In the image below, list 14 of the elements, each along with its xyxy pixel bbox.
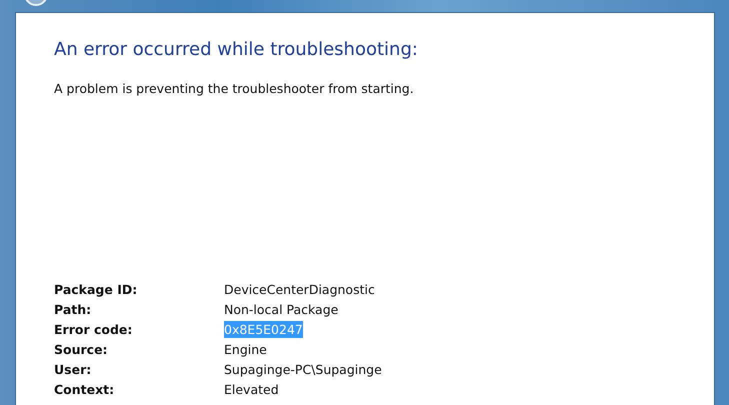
detail-value: 0x8E5E0247 (224, 321, 303, 338)
detail-value: Elevated (224, 381, 279, 398)
detail-label: Context: (54, 381, 116, 399)
detail-label: Package ID: (54, 281, 138, 299)
detail-label: Error code: (54, 321, 134, 339)
detail-label: Source: (54, 341, 109, 359)
detail-value: DeviceCenterDiagnostic (224, 281, 375, 298)
detail-value: Supaginge-PC\Supaginge (224, 361, 382, 378)
detail-value: Engine (224, 341, 267, 358)
detail-value: Non-local Package (224, 301, 338, 318)
error-message: A problem is preventing the troubleshooter from starting. (54, 81, 415, 96)
error-heading: An error occurred while troubleshooting: (54, 39, 419, 61)
detail-label: User: (54, 361, 92, 379)
detail-label: Path: (54, 301, 92, 319)
